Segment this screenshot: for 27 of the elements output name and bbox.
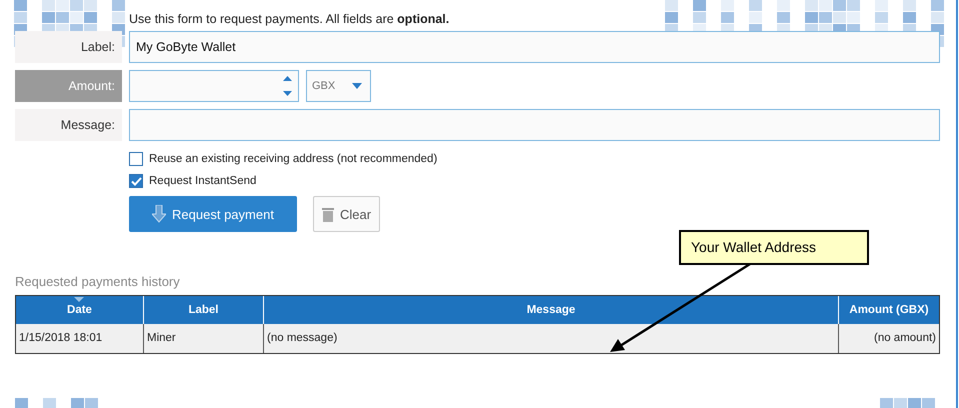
table-cell: Miner — [144, 324, 264, 353]
column-header[interactable]: Message — [264, 296, 839, 324]
column-header[interactable]: Amount (GBX) — [839, 296, 939, 324]
form-instructions: Use this form to request payments. All fields are optional. — [129, 11, 450, 28]
clear-button[interactable]: Clear — [313, 196, 380, 232]
unit-dropdown[interactable]: GBX — [306, 70, 371, 102]
field-label: Message: — [15, 109, 122, 141]
table-cell: 1/15/2018 18:01 — [16, 324, 144, 353]
spin-arrows-icon[interactable] — [283, 75, 292, 97]
column-header[interactable]: Date — [16, 296, 144, 324]
table-cell: (no amount) — [839, 324, 939, 353]
checkbox-label: Reuse an existing receiving address (not recommended) — [149, 153, 438, 165]
field-label: Label: — [15, 31, 122, 63]
section-title: Requested payments history — [15, 274, 181, 291]
checkbox[interactable] — [129, 174, 143, 188]
checkbox-label: Request InstantSend — [149, 175, 256, 187]
down-arrow-icon — [152, 205, 166, 223]
table-cell: (no message) — [264, 324, 839, 353]
callout-box: Your Wallet Address — [679, 230, 869, 265]
field-label: Amount: — [15, 70, 122, 102]
input-field[interactable] — [129, 109, 940, 141]
input-field[interactable]: My GoByte Wallet — [129, 31, 940, 63]
checkbox[interactable] — [129, 152, 143, 166]
column-header[interactable]: Label — [144, 296, 264, 324]
request-payment-button[interactable]: Request payment — [129, 196, 297, 232]
trash-icon — [322, 206, 334, 222]
caret-icon — [352, 83, 362, 89]
